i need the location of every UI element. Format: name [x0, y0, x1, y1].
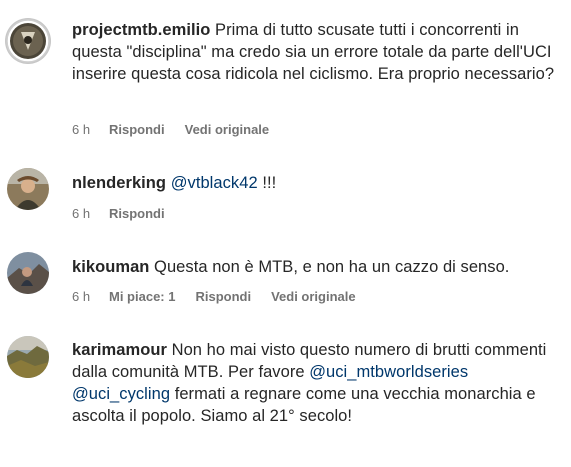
comment-body: kikouman Questa non è MTB, e non ha un c…	[72, 256, 565, 278]
reply-button[interactable]: Rispondi	[195, 289, 251, 305]
comment-username[interactable]: kikouman	[72, 258, 149, 276]
avatar[interactable]	[7, 336, 49, 378]
reply-button[interactable]: Rispondi	[109, 122, 165, 138]
see-original-button[interactable]: Vedi originale	[271, 289, 356, 305]
avatar[interactable]	[7, 168, 49, 210]
comment-username[interactable]: karimamour	[72, 341, 167, 359]
see-original-button[interactable]: Vedi originale	[185, 122, 270, 138]
comment-meta: 6 h Rispondi Vedi originale	[72, 122, 269, 138]
comment-time[interactable]: 6 h	[72, 122, 109, 138]
avatar[interactable]	[5, 18, 51, 64]
reply-button[interactable]: Rispondi	[109, 206, 165, 222]
comment-time[interactable]: 6 h	[72, 289, 109, 305]
comments-list: projectmtb.emilio Prima di tutto scusate…	[0, 0, 571, 467]
comment-time[interactable]: 6 h	[72, 206, 109, 222]
comment-meta: 6 h Rispondi	[72, 206, 185, 222]
comment-username[interactable]: projectmtb.emilio	[72, 21, 210, 39]
comment-body: nlenderking @vtblack42 !!!	[72, 172, 565, 194]
comment-text: Questa non è MTB, e non ha un cazzo di s…	[149, 258, 510, 276]
comment-body: projectmtb.emilio Prima di tutto scusate…	[72, 19, 565, 85]
avatar[interactable]	[7, 252, 49, 294]
comment-text: !!!	[257, 174, 277, 192]
comment-body: karimamour Non ho mai visto questo numer…	[72, 339, 565, 427]
comment-username[interactable]: nlenderking	[72, 174, 166, 192]
comment-meta: 6 h Mi piace: 1 Rispondi Vedi originale	[72, 289, 356, 305]
mention-link[interactable]: @vtblack42	[171, 174, 258, 192]
mention-link[interactable]: @uci_mtbworldseries	[309, 363, 468, 381]
mention-link[interactable]: @uci_cycling	[72, 385, 170, 403]
likes-count[interactable]: Mi piace: 1	[109, 289, 175, 305]
